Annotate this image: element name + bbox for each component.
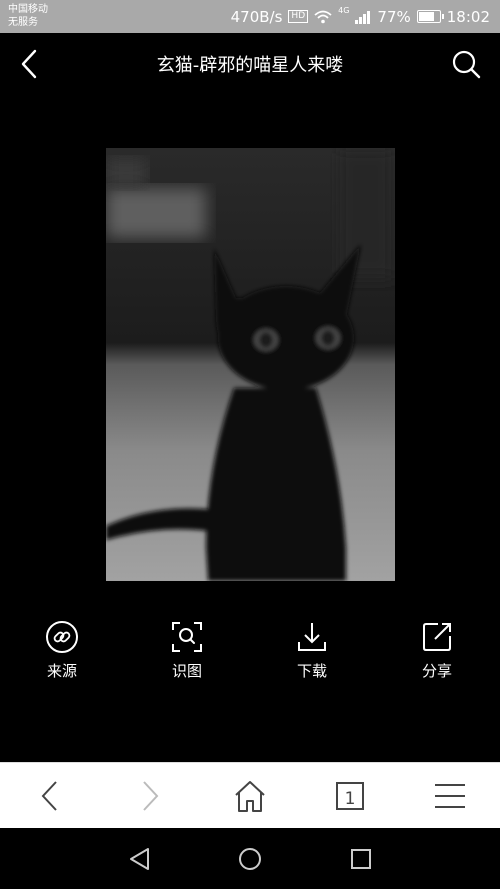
chevron-left-icon — [21, 49, 37, 79]
top-bar: 玄猫-辟邪的喵星人来喽 — [0, 33, 500, 95]
signal-icon — [355, 10, 371, 24]
signal-label: 4G — [338, 6, 350, 15]
arrow-left-icon — [41, 781, 57, 811]
home-icon — [235, 781, 265, 812]
image-search-icon — [172, 622, 202, 652]
battery-level — [418, 12, 434, 21]
tabs-button[interactable]: 1 — [330, 777, 370, 815]
battery-icon — [416, 10, 444, 23]
image-search-button[interactable]: 识图 — [147, 620, 227, 681]
circle-home-icon — [239, 848, 261, 870]
page-title: 玄猫-辟邪的喵星人来喽 — [156, 55, 344, 76]
service-status: 无服务 — [8, 17, 38, 28]
share-button[interactable]: 分享 — [397, 620, 477, 681]
carrier-info: 中国移动 无服务 — [8, 3, 48, 29]
download-button[interactable]: 下载 — [272, 620, 352, 681]
source-button[interactable]: 来源 — [22, 620, 102, 681]
clock: 18:02 — [446, 7, 490, 26]
battery-percent: 77% — [377, 7, 411, 26]
arrow-right-icon — [143, 781, 159, 811]
browser-toolbar: 1 — [0, 762, 500, 829]
carrier-name: 中国移动 — [8, 4, 48, 15]
nav-home-button[interactable] — [237, 846, 263, 872]
link-icon — [46, 621, 78, 653]
menu-icon — [435, 784, 465, 808]
image-search-label: 识图 — [171, 662, 202, 680]
download-label: 下载 — [296, 662, 327, 680]
status-bar: 中国移动 无服务 470B/s HD 4G 77% 18:02 — [0, 0, 500, 33]
nav-recents-button[interactable] — [348, 846, 374, 872]
share-label: 分享 — [421, 662, 452, 680]
download-icon — [298, 623, 326, 651]
black-cat-image — [106, 148, 395, 581]
hd-badge: HD — [288, 10, 309, 23]
image-actions: 来源 识图 下载 分享 — [0, 620, 500, 700]
source-label: 来源 — [46, 662, 77, 680]
square-recents-icon — [351, 849, 371, 869]
menu-button[interactable] — [430, 777, 470, 815]
cat-photo[interactable] — [106, 148, 395, 581]
wifi-icon — [314, 10, 332, 23]
triangle-back-icon — [130, 848, 149, 870]
browser-back-button[interactable] — [30, 777, 70, 815]
status-indicators: 470B/s HD 4G 77% 18:02 — [231, 0, 490, 33]
share-icon — [423, 623, 451, 651]
network-speed: 470B/s — [230, 7, 283, 26]
search-button[interactable] — [450, 48, 482, 80]
nav-back-button[interactable] — [127, 846, 153, 872]
tab-count: 1 — [345, 789, 356, 809]
back-button[interactable] — [14, 47, 46, 81]
search-icon — [452, 50, 481, 79]
home-button[interactable] — [230, 777, 270, 815]
system-nav-bar — [0, 828, 500, 889]
browser-forward-button[interactable] — [130, 777, 170, 815]
tabs-icon: 1 — [336, 782, 364, 810]
